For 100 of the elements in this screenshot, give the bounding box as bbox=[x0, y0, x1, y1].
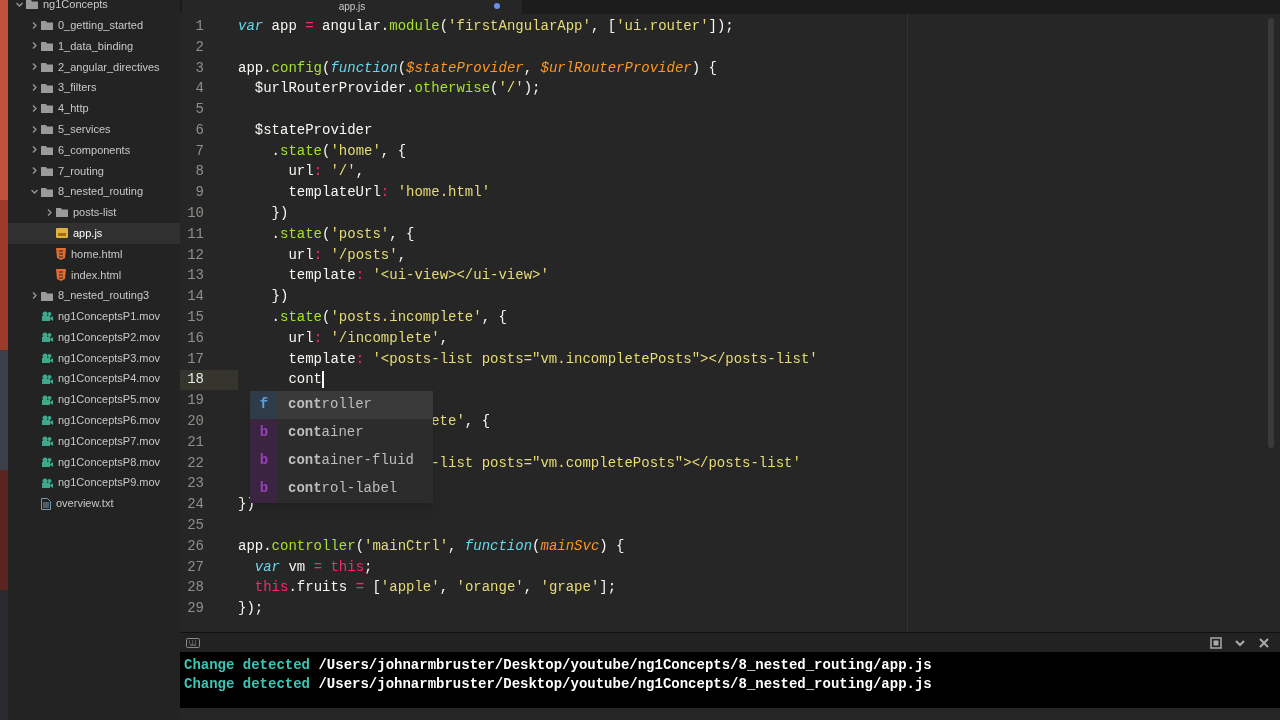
line-number: 14 bbox=[186, 287, 205, 307]
line-number: 28 bbox=[186, 578, 205, 598]
tree-item[interactable]: ng1Concepts bbox=[8, 0, 180, 15]
tree-item[interactable]: ng1ConceptsP8.mov bbox=[8, 451, 180, 473]
tree-item-label: ng1ConceptsP6.mov bbox=[58, 413, 161, 429]
line-number: 6 bbox=[194, 120, 205, 140]
tree-item[interactable]: posts-list bbox=[8, 201, 180, 223]
video-file-icon bbox=[41, 372, 53, 385]
chevron-right-icon bbox=[31, 63, 38, 71]
folder-icon bbox=[41, 41, 53, 51]
folder-icon bbox=[41, 82, 53, 93]
html-file-icon bbox=[56, 268, 66, 281]
line-number: 13 bbox=[186, 266, 205, 286]
line-number: 12 bbox=[186, 245, 205, 265]
line-number: 27 bbox=[186, 557, 205, 577]
code-line: var app = angular.module('firstAngularApp', ['ui.router']); bbox=[238, 16, 734, 36]
tree-item[interactable]: ng1ConceptsP4.mov bbox=[8, 368, 180, 390]
video-file-icon bbox=[41, 476, 53, 489]
video-file-icon bbox=[41, 351, 53, 364]
tree-item[interactable]: 1_data_binding bbox=[8, 35, 180, 57]
tree-item[interactable]: ng1ConceptsP9.mov bbox=[8, 472, 180, 494]
keyboard-icon[interactable] bbox=[186, 637, 200, 648]
tree-item[interactable]: 4_http bbox=[8, 98, 180, 119]
terminal-line: Change detected /Users/johnarmbruster/Desktop/youtube/ng1Concepts/8_nested_routing/app.js bbox=[184, 656, 933, 675]
tree-item-label: ng1ConceptsP2.mov bbox=[58, 329, 161, 345]
tree-item-label: ng1ConceptsP1.mov bbox=[58, 309, 161, 325]
tree-item[interactable]: 3_filters bbox=[8, 77, 180, 98]
tree-item[interactable]: 5_services bbox=[8, 118, 180, 140]
maximize-icon[interactable] bbox=[1210, 636, 1222, 649]
code-line: $urlRouterProvider.otherwise('/'); bbox=[253, 79, 541, 99]
folder-icon bbox=[41, 165, 53, 176]
type-badge: b bbox=[250, 446, 278, 475]
type-badge: b bbox=[250, 474, 278, 503]
code-line: cont bbox=[287, 370, 322, 390]
autocomplete-item[interactable]: b container-fluid bbox=[250, 446, 433, 475]
code-line: $stateProvider bbox=[253, 120, 373, 140]
tree-item[interactable]: 8_nested_routing3 bbox=[8, 285, 180, 306]
folder-icon bbox=[41, 20, 53, 31]
tree-item-label: 8_nested_routing bbox=[58, 184, 143, 200]
tree-item-label: 6_components bbox=[58, 142, 131, 158]
autocomplete-item[interactable]: f controller bbox=[250, 390, 433, 419]
tree-item[interactable]: ng1ConceptsP1.mov bbox=[8, 305, 180, 327]
suggestion-label: container-fluid bbox=[288, 451, 415, 471]
tree-item[interactable]: index.html bbox=[8, 264, 180, 286]
tree-item-label: 1_data_binding bbox=[58, 38, 134, 54]
tree-item[interactable]: 0_getting_started bbox=[8, 14, 180, 36]
line-number: 29 bbox=[186, 599, 205, 619]
tree-item[interactable]: ng1ConceptsP2.mov bbox=[8, 326, 180, 348]
line-number: 26 bbox=[186, 536, 205, 556]
line-number: 11 bbox=[186, 224, 205, 244]
line-number: 21 bbox=[186, 432, 205, 452]
tree-item[interactable]: overview.txt bbox=[8, 493, 180, 514]
code-line: }) bbox=[270, 204, 289, 224]
line-number: 22 bbox=[186, 453, 205, 473]
js-file-icon bbox=[56, 227, 68, 240]
tree-item[interactable]: 6_components bbox=[8, 139, 180, 161]
folder-icon bbox=[41, 290, 53, 301]
folder-icon bbox=[26, 0, 38, 10]
folder-icon bbox=[56, 207, 68, 218]
tree-item-label: 4_http bbox=[58, 101, 89, 117]
chevron-right-icon bbox=[31, 42, 38, 50]
code-line: template: '<posts-list posts="vm.incompletePosts"></posts-list' bbox=[287, 349, 818, 369]
chevron-right-icon bbox=[31, 125, 38, 133]
tree-item[interactable]: home.html bbox=[8, 243, 180, 265]
line-number: 9 bbox=[194, 183, 205, 203]
tree-item[interactable]: 8_nested_routing bbox=[8, 181, 180, 202]
code-line: }); bbox=[238, 599, 264, 619]
chevron-right-icon bbox=[31, 84, 38, 92]
code-line: url: '/posts', bbox=[287, 245, 407, 265]
autocomplete-item[interactable]: b control-label bbox=[250, 474, 433, 503]
code-line: app.config(function($stateProvider, $urlRouterProvider) { bbox=[238, 58, 717, 78]
line-number: 23 bbox=[186, 474, 205, 494]
tree-item-label: 5_services bbox=[58, 121, 111, 137]
tree-item[interactable]: 7_routing bbox=[8, 160, 180, 182]
line-number: 3 bbox=[194, 58, 205, 78]
code-line: url: '/', bbox=[287, 162, 365, 182]
chevron-right-icon bbox=[46, 208, 53, 216]
tree-item[interactable]: 2_angular_directives bbox=[8, 56, 180, 78]
suggestion-label: container bbox=[288, 423, 364, 443]
tree-item[interactable]: ng1ConceptsP7.mov bbox=[8, 430, 180, 452]
tree-item-label: ng1ConceptsP4.mov bbox=[58, 371, 161, 387]
editor-tab[interactable]: app.js bbox=[182, 0, 522, 14]
tree-item-label: index.html bbox=[71, 267, 122, 283]
code-line: .state('home', { bbox=[270, 141, 407, 161]
line-number: 8 bbox=[194, 162, 205, 182]
chevron-right-icon bbox=[31, 167, 38, 175]
video-file-icon bbox=[41, 310, 53, 323]
text-file-icon bbox=[41, 497, 51, 510]
tree-item[interactable]: ng1ConceptsP5.mov bbox=[8, 389, 180, 410]
line-number: 7 bbox=[194, 141, 205, 161]
autocomplete-item[interactable]: b container bbox=[250, 418, 433, 447]
tree-item[interactable]: ng1ConceptsP3.mov bbox=[8, 347, 180, 369]
tree-item[interactable]: ng1ConceptsP6.mov bbox=[8, 409, 180, 431]
line-number: 17 bbox=[186, 349, 205, 369]
tree-item-label: ng1ConceptsP7.mov bbox=[58, 433, 161, 449]
code-line: app.controller('mainCtrl', function(mainSvc) { bbox=[238, 536, 625, 556]
folder-icon bbox=[41, 124, 53, 135]
tab-label: app.js bbox=[338, 2, 366, 12]
close-icon[interactable] bbox=[1258, 636, 1270, 649]
tree-item[interactable]: app.js bbox=[8, 222, 180, 244]
